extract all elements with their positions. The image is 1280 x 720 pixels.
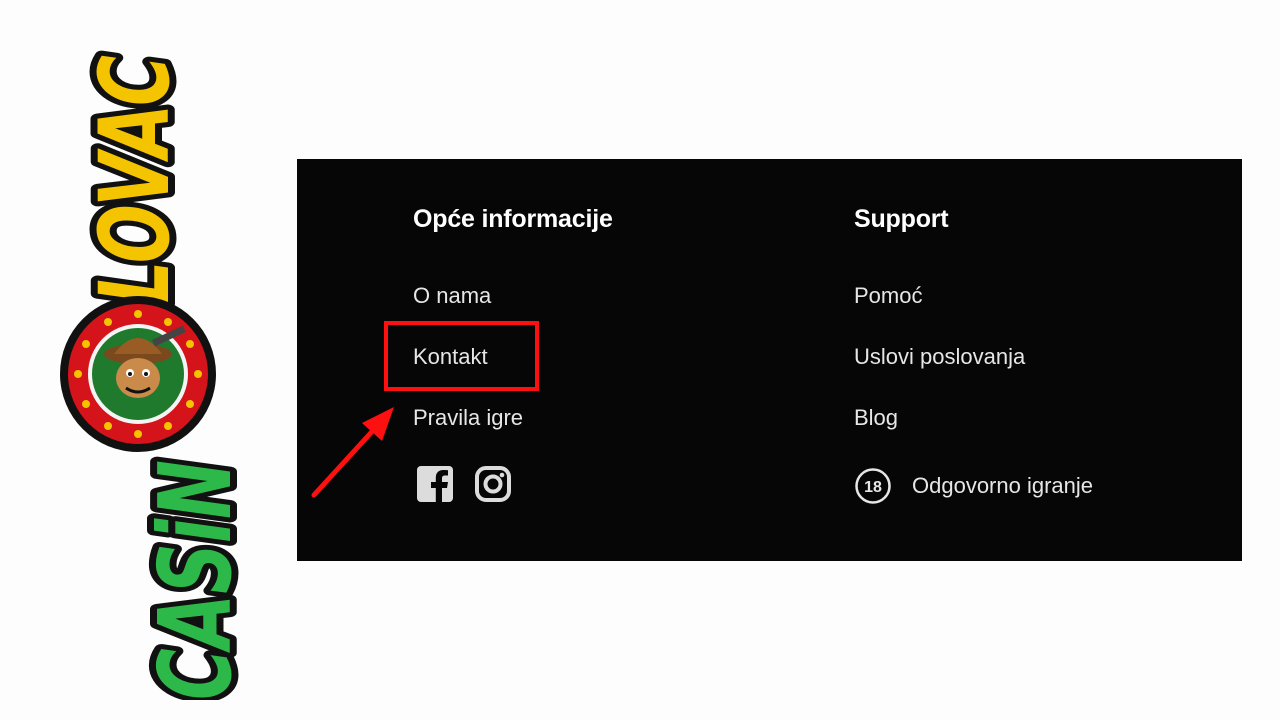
logo-badge-icon (60, 296, 216, 452)
terms-link[interactable]: Uslovi poslovanja (854, 344, 1025, 370)
pointer-arrow-icon (311, 407, 394, 498)
logo-word-bottom: CASiN (137, 460, 240, 700)
age-badge-text: 18 (864, 479, 882, 496)
responsible-gaming-label: Odgovorno igranje (912, 473, 1094, 498)
responsible-gaming-link[interactable]: 18 Odgovorno igranje (854, 467, 1093, 505)
game-rules-link[interactable]: Pravila igre (413, 405, 523, 431)
support-title: Support (854, 205, 949, 233)
general-info-title: Opće informacije (413, 205, 613, 233)
social-links (416, 465, 512, 503)
logo-word-top: LOVAC (79, 55, 191, 305)
age-18-icon: 18 (855, 468, 891, 504)
about-us-link[interactable]: O nama (413, 283, 491, 309)
casino-lovac-logo: LOVAC CASiN (40, 40, 240, 700)
facebook-icon[interactable] (416, 465, 454, 503)
instagram-icon[interactable] (474, 465, 512, 503)
help-link[interactable]: Pomoć (854, 283, 922, 309)
highlight-box (384, 321, 539, 391)
blog-link[interactable]: Blog (854, 405, 898, 431)
